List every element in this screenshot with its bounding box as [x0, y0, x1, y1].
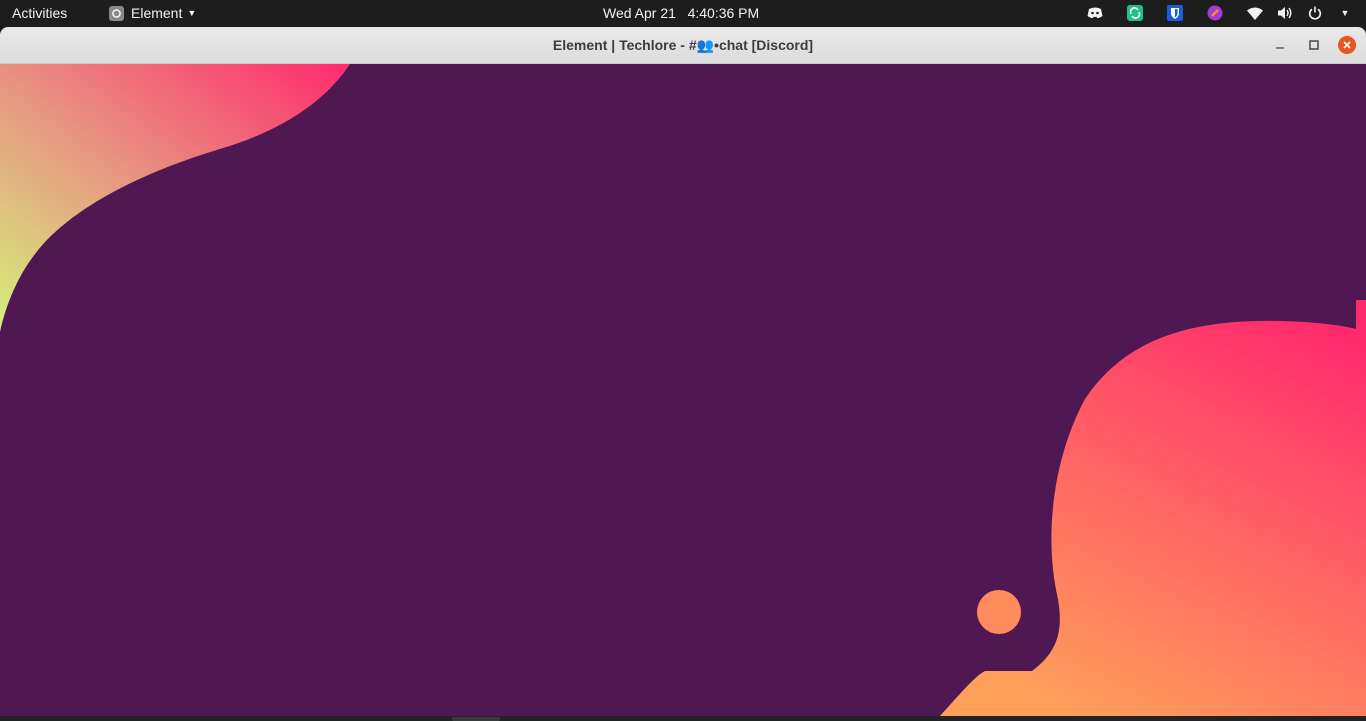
minimize-icon	[1276, 47, 1284, 49]
wifi-icon[interactable]	[1246, 4, 1264, 22]
maximize-icon	[1309, 40, 1319, 50]
system-tray: ▼	[1064, 4, 1354, 22]
bottom-edge	[0, 716, 1366, 721]
discord-icon[interactable]	[1086, 4, 1104, 22]
app-menu[interactable]: Element ▼	[109, 5, 196, 21]
bottom-right-blob	[940, 300, 1366, 716]
activities-button[interactable]: Activities	[12, 5, 67, 21]
splash-artwork	[0, 64, 1366, 716]
sync-icon[interactable]	[1126, 4, 1144, 22]
close-button[interactable]	[1338, 36, 1356, 54]
element-splash-background	[0, 64, 1366, 716]
app-menu-label: Element	[131, 5, 183, 21]
chevron-down-icon[interactable]: ▼	[1336, 4, 1354, 22]
maximize-button[interactable]	[1305, 36, 1323, 54]
clock[interactable]: Wed Apr 21 4:40:36 PM	[603, 5, 759, 21]
power-icon[interactable]	[1306, 4, 1324, 22]
top-panel: Activities Element ▼ Wed Apr 21 4:40:36 …	[0, 0, 1366, 27]
small-orange-dot	[977, 590, 1021, 634]
element-app-icon	[109, 5, 124, 21]
window-title: Element | Techlore - #👥•chat [Discord]	[552, 37, 814, 53]
color-picker-icon[interactable]	[1206, 4, 1224, 22]
resize-handle[interactable]	[452, 717, 500, 721]
window-titlebar[interactable]: Element | Techlore - #👥•chat [Discord]	[0, 27, 1366, 64]
chevron-down-icon: ▼	[187, 8, 197, 18]
minimize-button[interactable]	[1271, 36, 1289, 54]
top-left-blob	[0, 64, 350, 332]
bitwarden-icon[interactable]	[1166, 4, 1184, 22]
close-icon	[1338, 36, 1356, 54]
volume-icon[interactable]	[1276, 4, 1294, 22]
